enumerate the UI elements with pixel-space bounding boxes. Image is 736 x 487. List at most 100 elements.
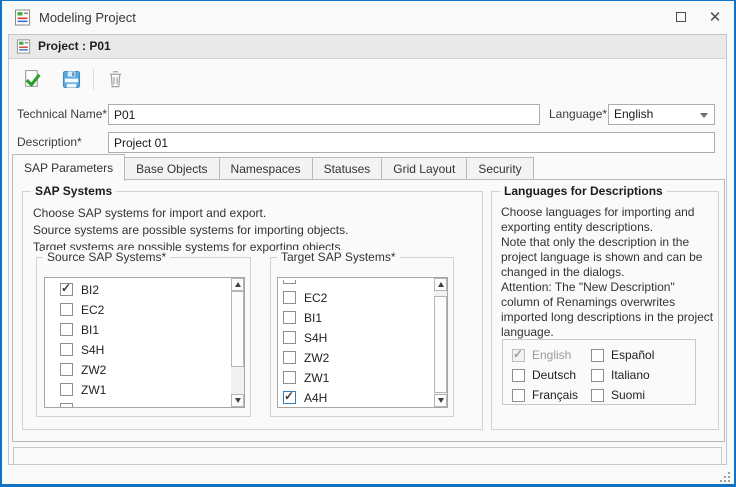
- list-item-zw2[interactable]: ZW2: [278, 348, 433, 368]
- description-line: Choose languages for importing and: [501, 205, 713, 220]
- scroll-down-button[interactable]: [434, 394, 447, 407]
- sap-systems-description: Choose SAP systems for import and export…: [33, 205, 348, 256]
- source-scrollbar[interactable]: [231, 278, 244, 407]
- checkbox-s4h[interactable]: [283, 331, 296, 344]
- list-item-label: ZW2: [304, 348, 329, 368]
- list-item-label: EC2: [81, 300, 104, 320]
- checkbox-bi1[interactable]: [283, 311, 296, 324]
- scroll-down-button[interactable]: [231, 394, 244, 407]
- checkbox-espa-ol[interactable]: [591, 349, 604, 362]
- sap-systems-title: SAP Systems: [31, 184, 116, 198]
- checkbox[interactable]: [60, 403, 73, 407]
- arrow-up-icon: [235, 282, 241, 287]
- description-line: exporting entity descriptions.: [501, 220, 713, 235]
- tab-security[interactable]: Security: [466, 157, 533, 180]
- list-item-ec2[interactable]: EC2: [278, 288, 433, 308]
- list-item-ec2[interactable]: EC2: [45, 300, 230, 320]
- check-icon: ✓: [284, 389, 294, 403]
- tab-grid-layout[interactable]: Grid Layout: [381, 157, 467, 180]
- checkbox-zw2[interactable]: [283, 351, 296, 364]
- tab-statuses[interactable]: Statuses: [312, 157, 383, 180]
- description-line: project language is shown and can be: [501, 250, 713, 265]
- target-systems-label: Target SAP Systems*: [277, 250, 400, 264]
- checkbox-a4h[interactable]: ✓: [283, 391, 296, 404]
- tab-base-objects[interactable]: Base Objects: [124, 157, 219, 180]
- check-icon: ✓: [61, 281, 71, 295]
- checkbox-zw2[interactable]: [60, 363, 73, 376]
- description-line: column of Renamings overwrites: [501, 295, 713, 310]
- tab-sap-parameters[interactable]: SAP Parameters: [12, 154, 125, 181]
- list-item-s4h[interactable]: S4H: [278, 328, 433, 348]
- check-document-icon: [22, 69, 43, 90]
- list-item-label: A4H: [304, 388, 327, 407]
- checkbox-deutsch[interactable]: [512, 369, 525, 382]
- checkbox[interactable]: [283, 280, 296, 284]
- list-item-zw1[interactable]: ZW1: [278, 368, 433, 388]
- technical-name-label: Technical Name*: [17, 104, 107, 125]
- description-line: imported long descriptions in the projec…: [501, 310, 713, 325]
- target-scrollbar[interactable]: [434, 278, 447, 407]
- description-line: Choose SAP systems for import and export…: [33, 205, 348, 222]
- checkbox-english[interactable]: ✓: [512, 349, 525, 362]
- description-line: Attention: The "New Description": [501, 280, 713, 295]
- list-item-label: ZW1: [81, 380, 106, 400]
- list-item-zw2[interactable]: ZW2: [45, 360, 230, 380]
- language-option-label: Français: [532, 387, 578, 404]
- list-item-bi2[interactable]: ✓BI2: [45, 280, 230, 300]
- languages-group: Languages for Descriptions Choose langua…: [491, 191, 719, 430]
- status-strip: [13, 447, 722, 465]
- scrollbar-thumb[interactable]: [231, 291, 244, 367]
- close-button[interactable]: ✕: [698, 3, 732, 32]
- target-systems-rows: EC2BI1S4HZW2ZW1✓ A4H: [278, 280, 433, 407]
- checkbox-ec2[interactable]: [60, 303, 73, 316]
- checkbox-zw1[interactable]: [283, 371, 296, 384]
- checkbox-suomi[interactable]: [591, 389, 604, 402]
- title-bar: Modeling Project ✕: [2, 1, 734, 34]
- checkbox-s4h[interactable]: [60, 343, 73, 356]
- floppy-disk-icon: [62, 70, 81, 89]
- checkbox-bi1[interactable]: [60, 323, 73, 336]
- checkbox-ec2[interactable]: [283, 291, 296, 304]
- maximize-button[interactable]: [664, 3, 698, 32]
- language-label: Language*: [549, 104, 607, 125]
- list-item-label: S4H: [81, 340, 104, 360]
- target-systems-group: Target SAP Systems* EC2BI1S4HZW2ZW1✓A4H: [270, 257, 454, 417]
- technical-name-input[interactable]: [108, 104, 540, 125]
- tab-namespaces[interactable]: Namespaces: [219, 157, 313, 180]
- arrow-up-icon: [438, 282, 444, 287]
- list-item-bi1[interactable]: BI1: [45, 320, 230, 340]
- checkbox-italiano[interactable]: [591, 369, 604, 382]
- list-item-bi1[interactable]: BI1: [278, 308, 433, 328]
- close-icon: ✕: [709, 9, 722, 26]
- language-option-label: English: [532, 347, 571, 364]
- trash-icon: [106, 70, 125, 89]
- list-item-a4h[interactable]: ✓ A4H: [278, 388, 433, 407]
- validate-button[interactable]: [19, 66, 45, 92]
- target-systems-listbox[interactable]: EC2BI1S4HZW2ZW1✓ A4H: [277, 277, 448, 408]
- scroll-up-button[interactable]: [434, 278, 447, 291]
- list-item-label: EC2: [304, 288, 327, 308]
- source-systems-label: Source SAP Systems*: [43, 250, 170, 264]
- source-systems-group: Source SAP Systems* ✓BI2EC2BI1S4HZW2ZW1: [36, 257, 251, 417]
- checkbox-fran-ais[interactable]: [512, 389, 525, 402]
- arrow-down-icon: [438, 398, 444, 403]
- scroll-up-button[interactable]: [231, 278, 244, 291]
- list-item-zw1[interactable]: ZW1: [45, 380, 230, 400]
- list-item-partial[interactable]: [45, 400, 230, 407]
- language-select[interactable]: English: [608, 104, 715, 125]
- language-option-label: Italiano: [611, 367, 650, 384]
- language-value: English: [614, 107, 653, 121]
- source-systems-rows: ✓BI2EC2BI1S4HZW2ZW1: [45, 280, 230, 407]
- delete-button[interactable]: [102, 66, 128, 92]
- checkbox-bi2[interactable]: ✓: [60, 283, 73, 296]
- source-systems-listbox[interactable]: ✓BI2EC2BI1S4HZW2ZW1: [44, 277, 245, 408]
- description-input[interactable]: [108, 132, 715, 153]
- save-button[interactable]: [58, 66, 84, 92]
- resize-grip[interactable]: [717, 469, 730, 482]
- checkbox-zw1[interactable]: [60, 383, 73, 396]
- list-item-label: ZW2: [81, 360, 106, 380]
- list-item-s4h[interactable]: S4H: [45, 340, 230, 360]
- list-item-partial[interactable]: [278, 280, 433, 288]
- modeling-project-dialog: Modeling Project ✕ Project : P01: [0, 0, 736, 487]
- scrollbar-thumb[interactable]: [434, 296, 447, 393]
